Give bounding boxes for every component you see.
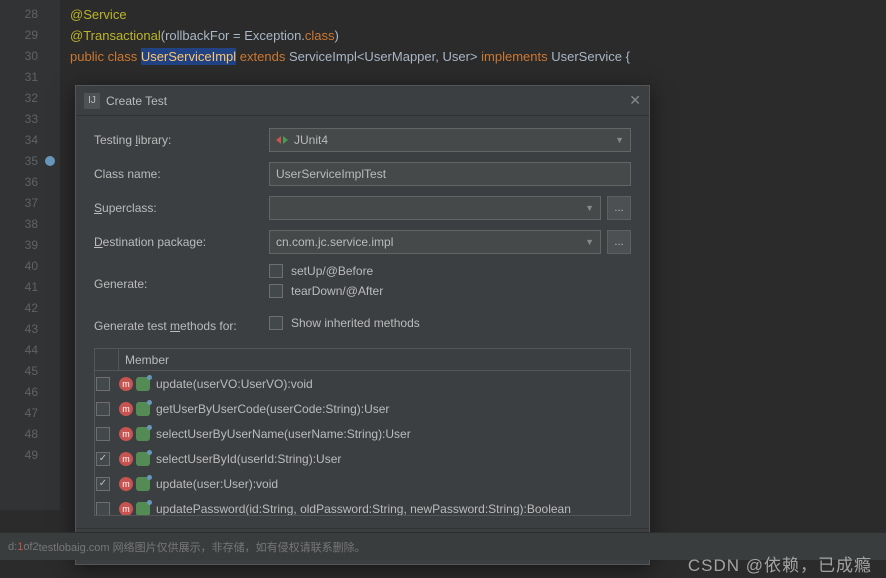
line-number: 32 bbox=[0, 88, 60, 109]
junit-icon bbox=[276, 134, 288, 146]
create-test-dialog: IJ Create Test ✕ Testing library: JUnit4… bbox=[75, 85, 650, 565]
line-number: 28 bbox=[0, 4, 60, 25]
member-signature: getUserByUserCode(userCode:String):User bbox=[156, 402, 389, 416]
line-number: 33 bbox=[0, 109, 60, 130]
setup-checkbox[interactable] bbox=[269, 264, 283, 278]
label-class-name: Class name: bbox=[94, 167, 269, 181]
class-name-input[interactable] bbox=[269, 162, 631, 186]
line-number: 31 bbox=[0, 67, 60, 88]
line-number: 43 bbox=[0, 319, 60, 340]
gutter-override-icon[interactable] bbox=[43, 154, 57, 168]
chevron-down-icon: ▼ bbox=[585, 203, 594, 213]
chevron-down-icon: ▼ bbox=[615, 135, 624, 145]
destination-package-select[interactable]: cn.com.jc.service.impl▼ bbox=[269, 230, 601, 254]
method-icon: m bbox=[119, 502, 133, 516]
member-checkbox[interactable] bbox=[96, 452, 110, 466]
method-icon: m bbox=[119, 402, 133, 416]
line-number: 45 bbox=[0, 361, 60, 382]
watermark: CSDN @依赖，已成瘾 bbox=[688, 551, 872, 576]
table-header: Member bbox=[95, 349, 630, 371]
override-icon bbox=[136, 427, 150, 441]
member-checkbox[interactable] bbox=[96, 502, 110, 516]
teardown-checkbox[interactable] bbox=[269, 284, 283, 298]
app-icon: IJ bbox=[84, 93, 100, 109]
superclass-select[interactable]: ▼ bbox=[269, 196, 601, 220]
override-icon bbox=[136, 477, 150, 491]
label-testing-library: Testing library: bbox=[94, 133, 269, 147]
testing-library-select[interactable]: JUnit4▼ bbox=[269, 128, 631, 152]
member-checkbox[interactable] bbox=[96, 427, 110, 441]
line-number: 37 bbox=[0, 193, 60, 214]
line-number: 38 bbox=[0, 214, 60, 235]
table-row[interactable]: m updatePassword(id:String, oldPassword:… bbox=[95, 496, 630, 515]
method-icon: m bbox=[119, 452, 133, 466]
line-number: 34 bbox=[0, 130, 60, 151]
dialog-titlebar[interactable]: IJ Create Test ✕ bbox=[76, 86, 649, 116]
line-gutter: 28 29 30 31 32 33 34 35 36 37 38 39 40 4… bbox=[0, 0, 60, 510]
label-superclass: Superclass: bbox=[94, 201, 269, 215]
line-number: 46 bbox=[0, 382, 60, 403]
line-number: 49 bbox=[0, 445, 60, 466]
line-number: 36 bbox=[0, 172, 60, 193]
line-number: 29 bbox=[0, 25, 60, 46]
show-inherited-label: Show inherited methods bbox=[291, 316, 420, 330]
member-checkbox[interactable] bbox=[96, 477, 110, 491]
method-icon: m bbox=[119, 377, 133, 391]
member-signature: selectUserById(userId:String):User bbox=[156, 452, 341, 466]
line-number: 41 bbox=[0, 277, 60, 298]
teardown-label: tearDown/@After bbox=[291, 284, 383, 298]
line-number: 47 bbox=[0, 403, 60, 424]
line-number: 40 bbox=[0, 256, 60, 277]
override-icon bbox=[136, 377, 150, 391]
method-icon: m bbox=[119, 477, 133, 491]
browse-superclass-button[interactable]: ... bbox=[607, 196, 631, 220]
show-inherited-checkbox[interactable] bbox=[269, 316, 283, 330]
member-checkbox[interactable] bbox=[96, 402, 110, 416]
table-row[interactable]: m getUserByUserCode(userCode:String):Use… bbox=[95, 396, 630, 421]
override-icon bbox=[136, 502, 150, 516]
table-row[interactable]: m update(user:User):void bbox=[95, 471, 630, 496]
label-generate: Generate: bbox=[94, 277, 269, 291]
chevron-down-icon: ▼ bbox=[585, 237, 594, 247]
line-number: 35 bbox=[0, 151, 60, 172]
override-icon bbox=[136, 452, 150, 466]
member-signature: update(userVO:UserVO):void bbox=[156, 377, 313, 391]
member-signature: selectUserByUserName(userName:String):Us… bbox=[156, 427, 411, 441]
line-number: 42 bbox=[0, 298, 60, 319]
label-generate-methods: Generate test methods for: bbox=[94, 319, 269, 333]
line-number: 44 bbox=[0, 340, 60, 361]
table-row[interactable]: m selectUserByUserName(userName:String):… bbox=[95, 421, 630, 446]
line-number: 39 bbox=[0, 235, 60, 256]
dialog-title: Create Test bbox=[106, 94, 167, 108]
member-signature: updatePassword(id:String, oldPassword:St… bbox=[156, 502, 571, 516]
members-table: Member m update(userVO:UserVO):void m ge… bbox=[94, 348, 631, 516]
method-icon: m bbox=[119, 427, 133, 441]
close-icon[interactable]: ✕ bbox=[629, 92, 641, 109]
member-signature: update(user:User):void bbox=[156, 477, 278, 491]
table-row[interactable]: m update(userVO:UserVO):void bbox=[95, 371, 630, 396]
line-number: 30 bbox=[0, 46, 60, 67]
setup-label: setUp/@Before bbox=[291, 264, 373, 278]
member-checkbox[interactable] bbox=[96, 377, 110, 391]
label-destination-package: Destination package: bbox=[94, 235, 269, 249]
browse-package-button[interactable]: ... bbox=[607, 230, 631, 254]
table-row[interactable]: m selectUserById(userId:String):User bbox=[95, 446, 630, 471]
override-icon bbox=[136, 402, 150, 416]
line-number: 48 bbox=[0, 424, 60, 445]
